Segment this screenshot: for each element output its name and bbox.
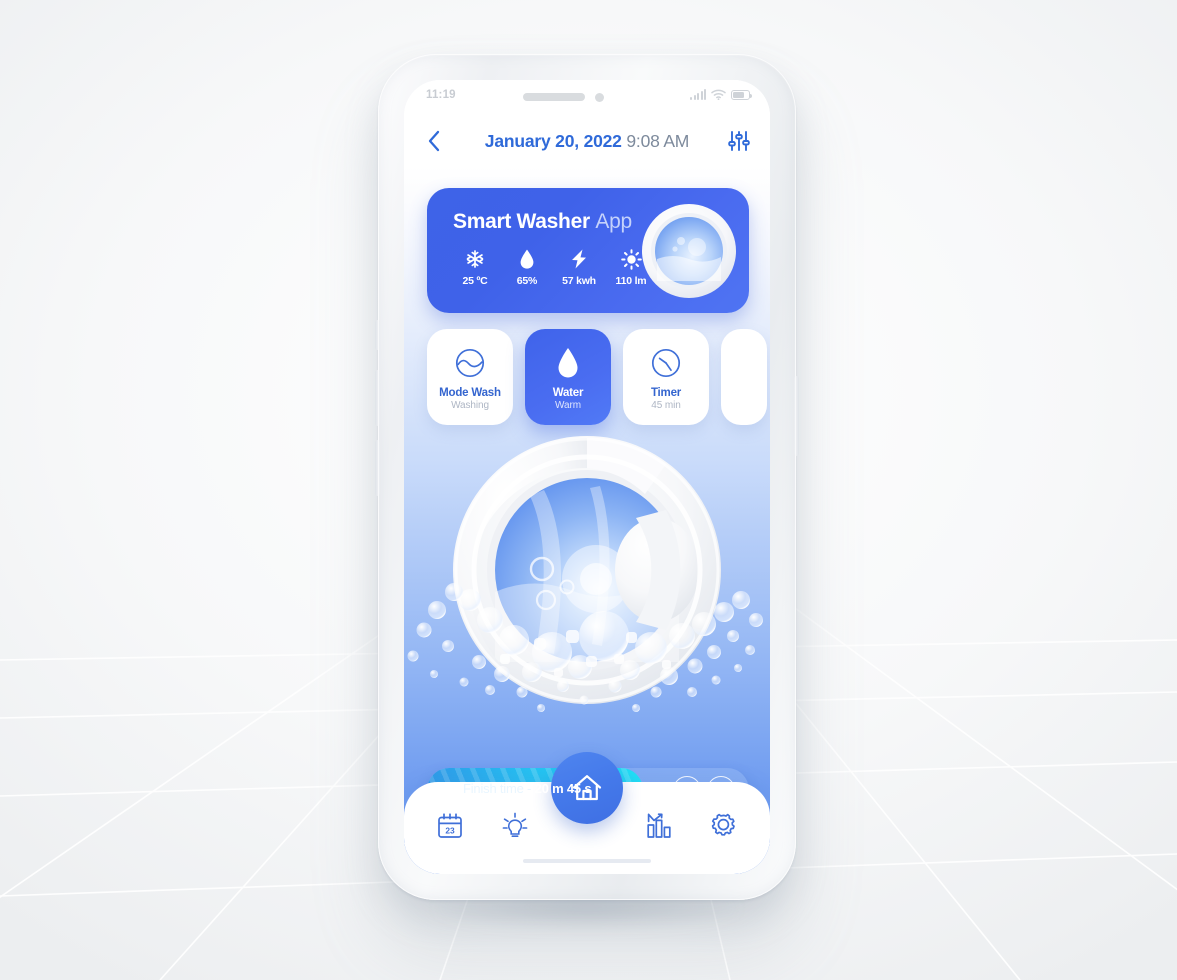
hero-title: Smart Washer App xyxy=(453,210,632,234)
progress-value: 20 m 45 s xyxy=(534,781,592,796)
sliders-icon[interactable] xyxy=(726,128,752,154)
cellular-signal-icon xyxy=(690,89,706,100)
nav-item-settings[interactable] xyxy=(702,806,746,846)
mode-card-subtitle: Warm xyxy=(555,399,581,411)
nav-item-statistics[interactable] xyxy=(637,806,681,846)
water-drop-icon xyxy=(501,246,553,272)
mode-card-title: Water xyxy=(552,386,584,399)
snowflake-icon xyxy=(449,246,501,272)
stat-power: 57 kwh xyxy=(553,246,605,287)
status-bar-indicators xyxy=(690,89,753,100)
progress-label: Finish time - 20 m 45 s xyxy=(463,781,592,796)
mode-card-row: Mode Wash Washing Water Warm Timer 45 mi… xyxy=(404,329,770,431)
chart-bar-icon xyxy=(647,813,671,838)
mode-card-water[interactable]: Water Warm xyxy=(525,329,611,425)
mode-card-subtitle: 45 min xyxy=(651,399,681,411)
status-bar-time: 11:19 xyxy=(426,89,456,101)
header-time: 9:08 AM xyxy=(626,130,690,151)
nav-item-lighting[interactable] xyxy=(493,806,537,846)
page-title: January 20, 2022 9:08 AM xyxy=(404,131,770,152)
wash-cycle-icon xyxy=(454,344,486,382)
smart-washer-summary-card[interactable]: Smart Washer App 25 ºC 65% 57 kwh 110 lm xyxy=(427,188,749,313)
wifi-icon xyxy=(711,89,726,100)
phone-power-button[interactable] xyxy=(794,376,799,456)
stat-humidity: 65% xyxy=(501,246,553,287)
earpiece-speaker xyxy=(523,93,585,101)
phone-volume-up-button[interactable] xyxy=(375,370,380,426)
front-camera xyxy=(595,93,604,102)
app-content: Smart Washer App 25 ºC 65% 57 kwh 110 lm… xyxy=(404,166,770,874)
progress-label-text: Finish time - xyxy=(463,781,535,796)
progress-controls xyxy=(673,776,735,804)
mode-card-next-partial[interactable] xyxy=(721,329,767,425)
phone-screen: 11:19 January 20, 2022 9:08 AM Smart Was… xyxy=(404,80,770,874)
bottom-nav-items: 23 xyxy=(404,804,770,848)
hero-title-bold: Smart Washer xyxy=(453,210,590,233)
mode-card-timer[interactable]: Timer 45 min xyxy=(623,329,709,425)
phone-mute-switch[interactable] xyxy=(375,320,380,350)
battery-icon xyxy=(731,90,753,100)
lightbulb-icon xyxy=(502,812,528,838)
lightning-bolt-icon xyxy=(553,246,605,272)
hero-title-light: App xyxy=(595,210,632,233)
mode-card-subtitle: Washing xyxy=(451,399,489,411)
power-button[interactable] xyxy=(707,776,735,804)
home-indicator xyxy=(523,859,651,863)
water-drop-icon xyxy=(555,344,581,382)
stat-temperature-value: 25 ºC xyxy=(462,275,488,287)
chevron-left-icon[interactable] xyxy=(422,128,448,154)
pause-icon xyxy=(683,785,691,795)
stat-humidity-value: 65% xyxy=(516,275,538,287)
power-icon xyxy=(715,783,727,796)
calendar-icon: 23 xyxy=(438,813,463,838)
app-header: January 20, 2022 9:08 AM xyxy=(404,116,770,166)
mode-card-title: Timer xyxy=(650,386,682,399)
washer-drum-illustration xyxy=(404,424,770,744)
pause-button[interactable] xyxy=(673,776,701,804)
phone-device: 11:19 January 20, 2022 9:08 AM Smart Was… xyxy=(375,54,799,900)
nav-item-calendar[interactable]: 23 xyxy=(428,806,472,846)
hero-stats-row: 25 ºC 65% 57 kwh 110 lm xyxy=(449,246,657,287)
stat-power-value: 57 kwh xyxy=(562,275,596,287)
clock-icon xyxy=(650,344,682,382)
gear-icon xyxy=(711,813,735,836)
calendar-day-number: 23 xyxy=(446,825,456,835)
mode-card-mode-wash[interactable]: Mode Wash Washing xyxy=(427,329,513,425)
washing-machine-icon xyxy=(642,204,736,298)
status-bar: 11:19 xyxy=(404,80,770,116)
stat-temperature: 25 ºC xyxy=(449,246,501,287)
header-date: January 20, 2022 xyxy=(484,130,622,151)
mode-card-title: Mode Wash xyxy=(439,386,501,399)
phone-volume-down-button[interactable] xyxy=(375,440,380,496)
